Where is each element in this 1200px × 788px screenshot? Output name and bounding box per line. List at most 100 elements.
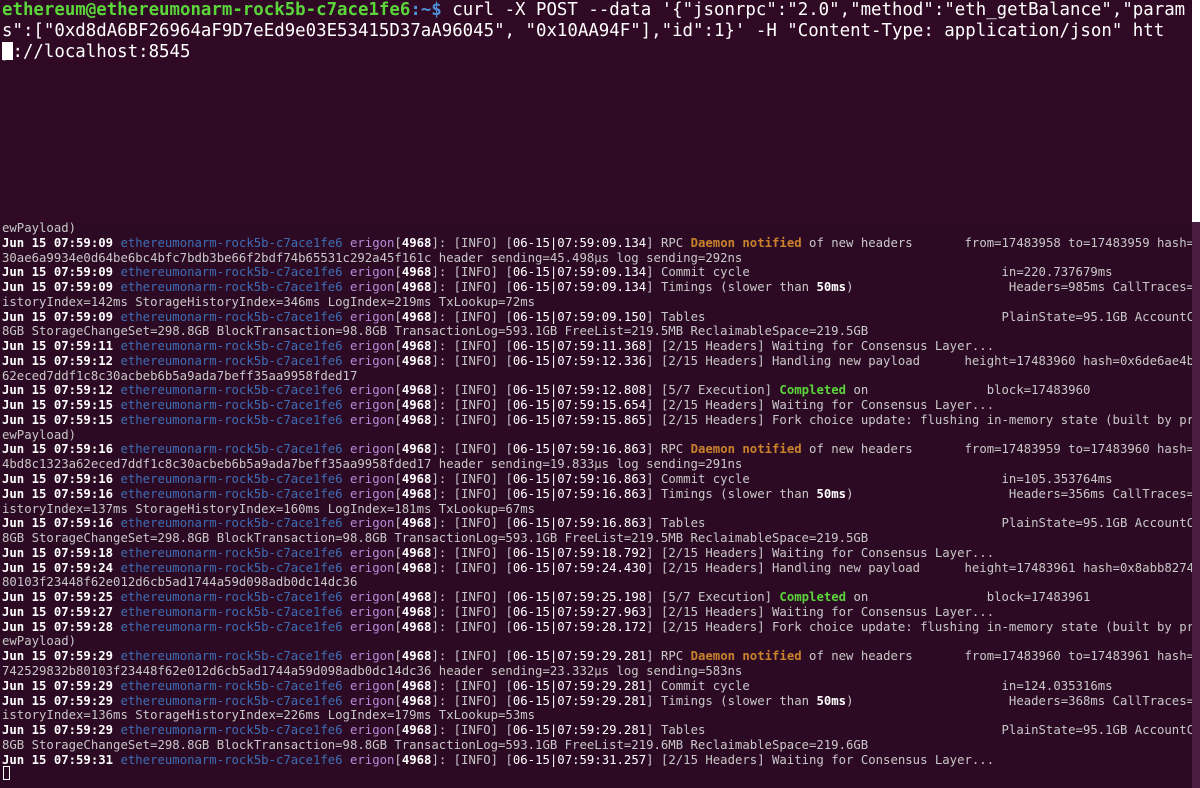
scrollbar[interactable] [1192,222,1200,788]
log-date: Jun 15 07:59:16 [2,516,114,531]
log-continuation: 4bd8c1323a62eced7ddf1c8c30acbeb6b5a9ada7… [2,457,743,472]
log-hostname: ethereumonarm-rock5b-c7ace1fe6 [120,339,343,354]
log-timestamp: 06-15|07:59:16.863 [512,442,647,457]
log-process: erigon [349,486,395,501]
log-message-tail: ) Headers=356ms CallTraces=198ms Account… [846,486,1192,501]
log-date: Jun 15 07:59:16 [2,486,114,501]
log-date: Jun 15 07:59:16 [2,472,114,487]
log-line: Jun 15 07:59:18 ethereumonarm-rock5b-c7a… [2,545,995,560]
log-highlight: 50ms [816,280,847,295]
log-continuation: 8GB StorageChangeSet=298.8GB BlockTransa… [2,737,869,752]
log-continuation: istoryIndex=142ms StorageHistoryIndex=34… [2,294,536,309]
log-continuation: 80103f23448f62e012d6cb5ad1744a59d098adb0… [2,575,358,590]
log-pid: 4968 [401,619,432,634]
log-continuation: ewPayload) [2,634,77,649]
log-timestamp: 06-15|07:59:15.654 [512,398,647,413]
log-date: Jun 15 07:59:29 [2,649,114,664]
log-pid: 4968 [401,590,432,605]
log-hostname: ethereumonarm-rock5b-c7ace1fe6 [120,383,343,398]
command-pane[interactable]: ethereum@ethereumonarm-rock5b-c7ace1fe6:… [0,0,1200,222]
log-highlight: Daemon notified [690,442,802,457]
log-pid: 4968 [401,752,432,767]
command-line[interactable]: ethereum@ethereumonarm-rock5b-c7ace1fe6:… [2,0,1192,63]
log-line: istoryIndex=137ms StorageHistoryIndex=16… [2,502,1192,517]
log-hostname: ethereumonarm-rock5b-c7ace1fe6 [120,353,343,368]
log-message: [2/15 Headers] Fork choice update: flush… [660,412,1192,427]
log-timestamp: 06-15|07:59:16.863 [512,516,647,531]
log-line: Jun 15 07:59:12 ethereumonarm-rock5b-c7a… [2,383,1091,398]
log-hostname: ethereumonarm-rock5b-c7ace1fe6 [120,545,343,560]
log-process: erigon [349,649,395,664]
log-line: Jun 15 07:59:16 ethereumonarm-rock5b-c7a… [2,442,1192,457]
log-process: erigon [349,752,395,767]
log-pid: 4968 [401,486,432,501]
log-pid: 4968 [401,353,432,368]
log-continuation: istoryIndex=137ms StorageHistoryIndex=16… [2,501,536,516]
log-message: RPC [660,442,691,457]
log-hostname: ethereumonarm-rock5b-c7ace1fe6 [120,265,343,280]
log-date: Jun 15 07:59:09 [2,265,114,280]
log-pane[interactable]: ewPayload) Jun 15 07:59:09 ethereumonarm-… [0,222,1200,788]
log-line: Jun 15 07:59:29 ethereumonarm-rock5b-c7a… [2,723,1192,738]
log-date: Jun 15 07:59:12 [2,353,114,368]
log-timestamp: 06-15|07:59:27.963 [512,604,647,619]
log-date: Jun 15 07:59:27 [2,604,114,619]
log-pid: 4968 [401,412,432,427]
log-hostname: ethereumonarm-rock5b-c7ace1fe6 [120,649,343,664]
log-timestamp: 06-15|07:59:31.257 [512,752,647,767]
log-process: erigon [349,412,395,427]
log-process: erigon [349,398,395,413]
log-message: [5/7 Execution] [660,590,780,605]
log-message: [2/15 Headers] Waiting for Consensus Lay… [660,339,995,354]
prompt-user-host: ethereum@ethereumonarm-rock5b-c7ace1fe6 [2,0,411,20]
log-timestamp: 06-15|07:59:29.281 [512,723,647,738]
log-line: istoryIndex=136ms StorageHistoryIndex=22… [2,708,1192,723]
log-message: Commit cycle in=124.035316ms [660,678,1113,693]
log-hostname: ethereumonarm-rock5b-c7ace1fe6 [120,309,343,324]
log-process: erigon [349,353,395,368]
log-timestamp: 06-15|07:59:25.198 [512,590,647,605]
log-highlight: Daemon notified [690,235,802,250]
log-timestamp: 06-15|07:59:09.134 [512,235,647,250]
log-pid: 4968 [401,235,432,250]
log-line: Jun 15 07:59:11 ethereumonarm-rock5b-c7a… [2,339,995,354]
log-continuation: 62eced7ddf1c8c30acbeb6b5a9ada7beff35aa99… [2,368,358,383]
log-date: Jun 15 07:59:29 [2,693,114,708]
log-message: Commit cycle in=220.737679ms [660,265,1113,280]
log-process: erigon [349,309,395,324]
log-process: erigon [349,472,395,487]
log-pid: 4968 [401,545,432,560]
log-line: Jun 15 07:59:09 ethereumonarm-rock5b-c7a… [2,280,1192,295]
log-date: Jun 15 07:59:29 [2,678,114,693]
log-line: Jun 15 07:59:29 ethereumonarm-rock5b-c7a… [2,678,1113,693]
log-hostname: ethereumonarm-rock5b-c7ace1fe6 [120,235,343,250]
log-date: Jun 15 07:59:24 [2,560,114,575]
log-timestamp: 06-15|07:59:12.336 [512,353,647,368]
log-date: Jun 15 07:59:09 [2,235,114,250]
log-pid: 4968 [401,678,432,693]
log-date: Jun 15 07:59:18 [2,545,114,560]
log-line: Jun 15 07:59:16 ethereumonarm-rock5b-c7a… [2,487,1192,502]
log-timestamp: 06-15|07:59:09.150 [512,309,647,324]
log-line: 4bd8c1323a62eced7ddf1c8c30acbeb6b5a9ada7… [2,457,1192,472]
log-continuation: istoryIndex=136ms StorageHistoryIndex=22… [2,708,536,723]
prompt-path: :~$ [410,0,442,20]
log-pid: 4968 [401,280,432,295]
log-line: ewPayload) [2,634,1192,649]
log-timestamp: 06-15|07:59:29.281 [512,678,647,693]
log-line: Jun 15 07:59:29 ethereumonarm-rock5b-c7a… [2,694,1192,709]
log-pid: 4968 [401,604,432,619]
log-line: Jun 15 07:59:24 ethereumonarm-rock5b-c7a… [2,561,1192,576]
log-line: Jun 15 07:59:28 ethereumonarm-rock5b-c7a… [2,620,1192,635]
log-output: ewPayload) Jun 15 07:59:09 ethereumonarm-… [2,222,1192,767]
log-message: Timings (slower than [660,693,817,708]
scrollbar[interactable] [1192,0,1200,222]
log-process: erigon [349,442,395,457]
log-timestamp: 06-15|07:59:16.863 [512,486,647,501]
log-process: erigon [349,383,395,398]
log-hostname: ethereumonarm-rock5b-c7ace1fe6 [120,280,343,295]
log-process: erigon [349,560,395,575]
log-process: erigon [349,604,395,619]
log-highlight: Completed [779,590,847,605]
log-line: 8GB StorageChangeSet=298.8GB BlockTransa… [2,324,1192,339]
